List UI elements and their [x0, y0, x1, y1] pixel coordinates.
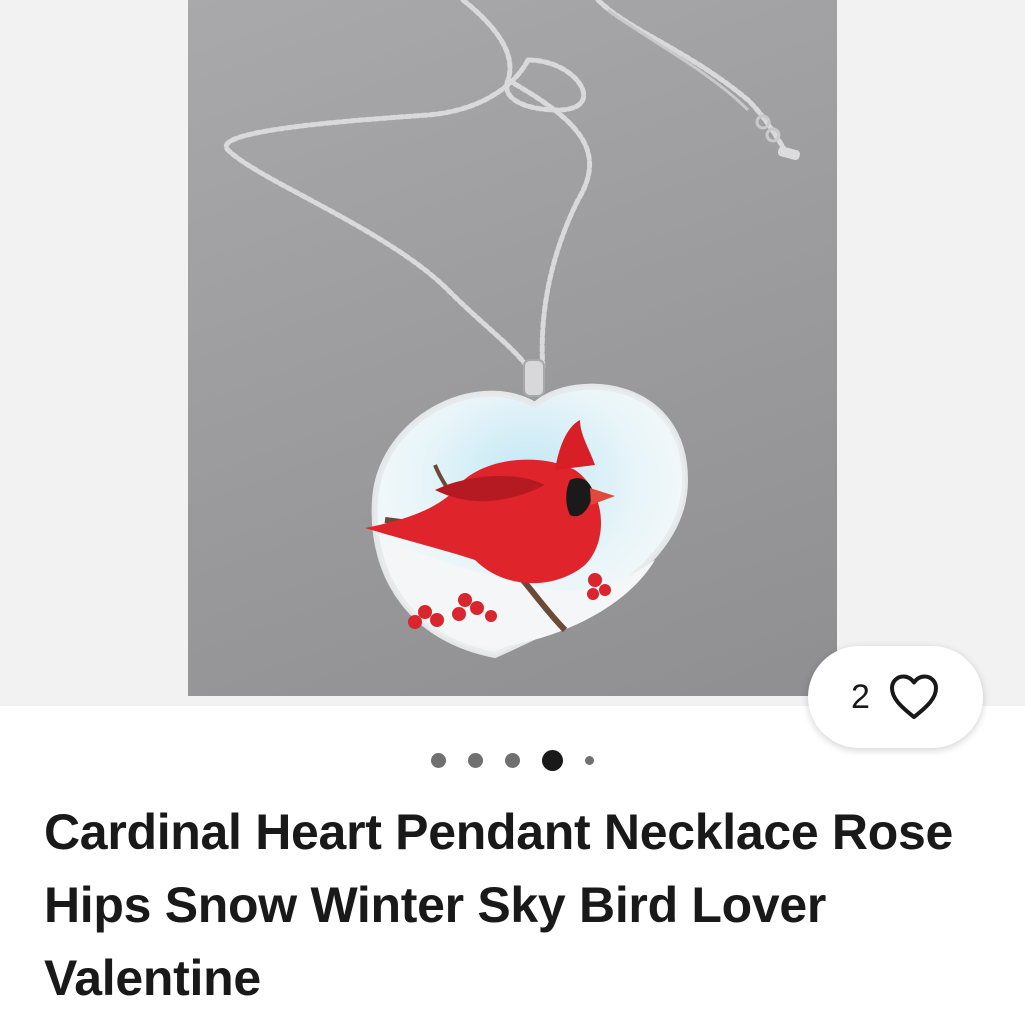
gallery-dot[interactable] [585, 755, 594, 765]
favorite-count: 2 [851, 677, 870, 716]
pendant-necklace-image [223, 0, 800, 659]
product-photo[interactable] [188, 0, 837, 696]
gallery-dot[interactable] [431, 752, 446, 768]
image-gallery[interactable] [0, 0, 1025, 706]
gallery-dot-active[interactable] [542, 749, 563, 771]
favorite-button[interactable]: 2 [808, 646, 983, 748]
gallery-pagination [0, 748, 1025, 772]
heart-outline-icon [888, 673, 940, 721]
gallery-dot[interactable] [505, 752, 520, 768]
gallery-dot[interactable] [468, 752, 483, 768]
listing-title: Cardinal Heart Pendant Necklace Rose Hip… [44, 804, 954, 1006]
